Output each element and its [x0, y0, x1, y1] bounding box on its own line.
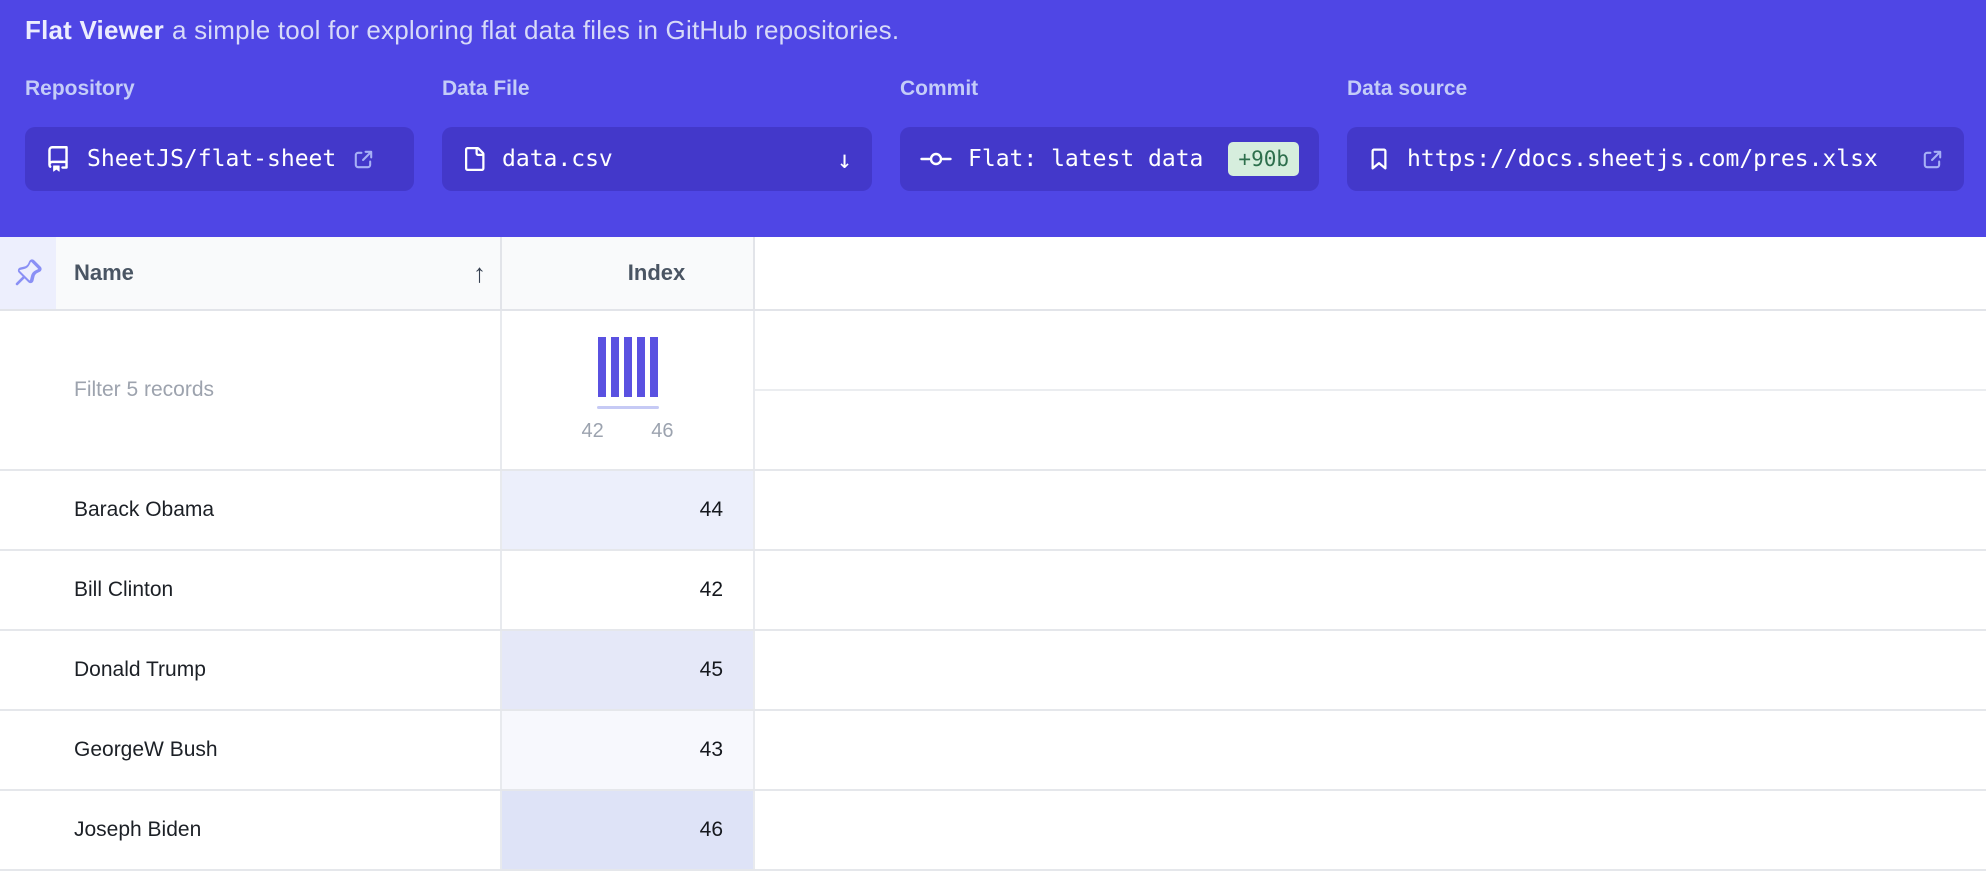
- down-arrow-icon: ↓: [837, 145, 852, 174]
- index-cell: 45: [502, 631, 755, 709]
- table-row: Barack Obama 44: [0, 471, 1986, 551]
- histogram-bar: [598, 337, 606, 397]
- header-fields: Repository SheetJS/flat-sheet Data File: [25, 77, 1961, 191]
- filter-row-filler: [755, 311, 1986, 469]
- commit-diff-badge: +90b: [1228, 142, 1299, 176]
- index-cell: 43: [502, 711, 755, 789]
- data-source-url: https://docs.sheetjs.com/pres.xlsx: [1407, 146, 1878, 172]
- book-icon: [45, 146, 71, 172]
- column-index-label: Index: [628, 260, 685, 286]
- data-source-link[interactable]: https://docs.sheetjs.com/pres.xlsx: [1347, 127, 1964, 191]
- sort-ascending-icon: ↑: [473, 258, 500, 289]
- column-name-label: Name: [74, 260, 134, 286]
- index-histogram-filter[interactable]: 42 46: [502, 311, 755, 469]
- git-commit-icon: [920, 148, 952, 170]
- empty-grid-row: [755, 311, 1986, 391]
- grid-header-row: Name ↑ Index: [0, 237, 1986, 311]
- name-cell: GeorgeW Bush: [0, 711, 502, 789]
- repository-button[interactable]: SheetJS/flat-sheet: [25, 127, 414, 191]
- commit-selector[interactable]: Flat: latest data +90b: [900, 127, 1319, 191]
- sticky-column-toggle[interactable]: [0, 237, 56, 309]
- data-file-label: Data File: [442, 77, 872, 101]
- app-subtitle: a simple tool for exploring flat data fi…: [172, 15, 899, 45]
- data-source-field: Data source https://docs.sheetjs.com/pre…: [1347, 77, 1964, 191]
- external-link-icon[interactable]: [352, 148, 375, 171]
- empty-grid-row: [755, 391, 1986, 469]
- commit-message: Flat: latest data: [968, 146, 1203, 172]
- row-filler: [755, 791, 1986, 869]
- histogram-max-label: 46: [651, 420, 673, 443]
- column-header-index[interactable]: Index: [502, 237, 755, 309]
- histogram-bar: [637, 337, 645, 397]
- table-row: GeorgeW Bush 43: [0, 711, 1986, 791]
- column-header-name[interactable]: Name ↑: [56, 237, 502, 309]
- index-cell: 42: [502, 551, 755, 629]
- histogram-baseline: [597, 406, 659, 409]
- histogram-bar: [624, 337, 632, 397]
- row-filler: [755, 471, 1986, 549]
- table-row: Donald Trump 45: [0, 631, 1986, 711]
- pushpin-icon: [14, 259, 42, 287]
- data-file-field: Data File data.csv ↓: [442, 77, 872, 191]
- data-file-selector[interactable]: data.csv ↓: [442, 127, 872, 191]
- repository-label: Repository: [25, 77, 414, 101]
- histogram-bar: [650, 337, 658, 397]
- index-histogram-bars: [598, 337, 658, 397]
- repository-field: Repository SheetJS/flat-sheet: [25, 77, 414, 191]
- name-filter-input[interactable]: [0, 378, 500, 402]
- file-icon: [462, 147, 486, 171]
- name-cell: Joseph Biden: [0, 791, 502, 869]
- name-cell: Bill Clinton: [0, 551, 502, 629]
- name-cell: Donald Trump: [0, 631, 502, 709]
- app-title: Flat Viewer: [25, 15, 164, 45]
- histogram-axis-labels: 42 46: [582, 420, 674, 443]
- row-filler: [755, 551, 1986, 629]
- histogram-bar: [611, 337, 619, 397]
- app-header: Flat Viewer a simple tool for exploring f…: [0, 0, 1986, 237]
- name-cell: Barack Obama: [0, 471, 502, 549]
- index-cell: 44: [502, 471, 755, 549]
- flat-viewer-app: Flat Viewer a simple tool for exploring f…: [0, 0, 1986, 888]
- grid-filter-row: 42 46: [0, 311, 1986, 471]
- external-link-icon[interactable]: [1921, 148, 1944, 171]
- commit-label: Commit: [900, 77, 1319, 101]
- app-title-line: Flat Viewer a simple tool for exploring f…: [25, 15, 1961, 46]
- name-filter-cell: [0, 311, 502, 469]
- table-row: Joseph Biden 46: [0, 791, 1986, 871]
- index-cell: 46: [502, 791, 755, 869]
- table-row: Bill Clinton 42: [0, 551, 1986, 631]
- data-grid: Name ↑ Index 42 46: [0, 237, 1986, 888]
- row-filler: [755, 711, 1986, 789]
- grid-header-filler: [755, 237, 1986, 309]
- data-source-label: Data source: [1347, 77, 1964, 101]
- data-file-value: data.csv: [502, 146, 613, 172]
- repository-value: SheetJS/flat-sheet: [87, 146, 336, 172]
- histogram-min-label: 42: [582, 420, 604, 443]
- row-filler: [755, 631, 1986, 709]
- grid-bottom-filler: [0, 871, 1986, 888]
- bookmark-icon: [1367, 147, 1391, 171]
- commit-field: Commit Flat: latest data +90b: [900, 77, 1319, 191]
